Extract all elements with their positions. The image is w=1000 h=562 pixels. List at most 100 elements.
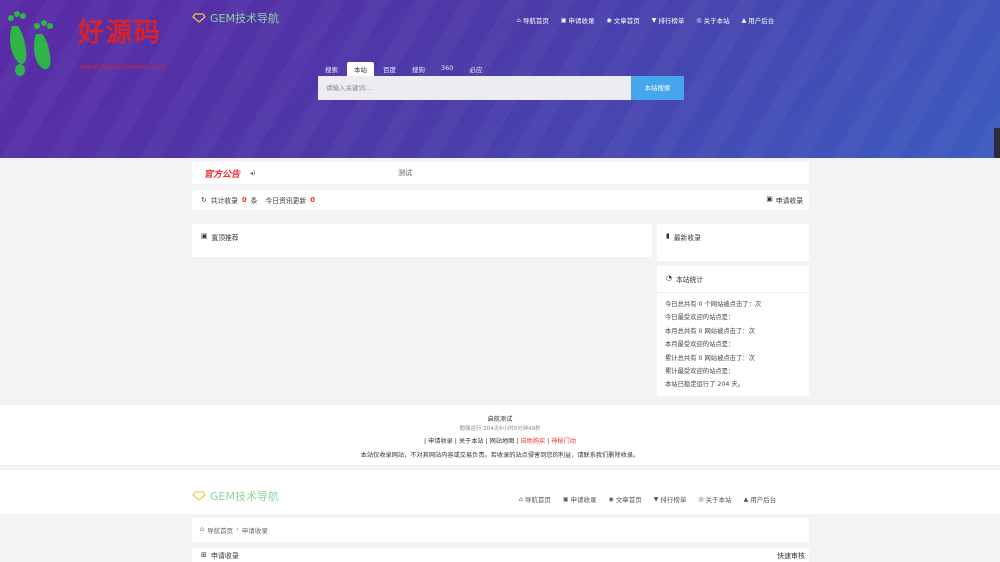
notice-title: 官方公告 bbox=[204, 169, 241, 180]
user-icon: ▲ bbox=[743, 495, 749, 503]
rank-icon: ▼ bbox=[653, 495, 659, 503]
nav-label: 用户后台 bbox=[748, 17, 775, 25]
home-icon: ⌂ bbox=[200, 525, 205, 533]
nav-label: 申请收录 bbox=[568, 17, 595, 25]
home-icon: ⌂ bbox=[517, 16, 521, 24]
pinned-panel: ▣ 置顶推荐 bbox=[192, 224, 652, 257]
stats-bar: ↻ 共计收录 0 条 今日资讯更新 0 ▣ 申请收录 bbox=[192, 190, 809, 210]
nav-about[interactable]: ◎ 关于本站 bbox=[698, 494, 732, 505]
nav-articles[interactable]: ◉ 文章首页 bbox=[606, 15, 640, 26]
apply-section-title: 申请收录 bbox=[210, 552, 239, 560]
notice-text[interactable]: 测试 bbox=[398, 168, 412, 178]
info-icon: ◎ bbox=[696, 16, 702, 24]
book-icon: ▮ bbox=[666, 232, 670, 240]
nav-label: 文章首页 bbox=[615, 496, 642, 504]
breadcrumb-separator: › bbox=[236, 525, 239, 533]
refresh-icon: ↻ bbox=[201, 196, 207, 204]
inbox-icon: ▣ bbox=[562, 495, 569, 503]
tab-baidu[interactable]: 百度 bbox=[376, 62, 403, 77]
top-nav-secondary: ⌂ 导航首页 ▣ 申请收录 ◉ 文章首页 ▼ 排行榜单 ◎ 关于本站 ▲ 用户后台 bbox=[519, 494, 777, 505]
breadcrumb: ⌂ 导航首页 › 申请收录 bbox=[192, 518, 809, 542]
nav-about[interactable]: ◎ 关于本站 bbox=[696, 15, 729, 26]
nav-user[interactable]: ▲ 用户后台 bbox=[741, 15, 775, 26]
fast-review-label: 快速审核 bbox=[777, 552, 805, 560]
nav-apply[interactable]: ▣ 申请收录 bbox=[560, 15, 595, 26]
brand-name: GEM技术导航 bbox=[210, 12, 279, 25]
nav-user[interactable]: ▲ 用户后台 bbox=[743, 494, 777, 505]
pinned-title: 置顶推荐 bbox=[211, 234, 239, 242]
watermark-logo: 好源码 www.haoyuanma.com bbox=[0, 0, 190, 80]
stat-line: 今日总共有 0 个网站被点击了：次 bbox=[665, 301, 762, 308]
nav-label: 文章首页 bbox=[613, 17, 640, 25]
speaker-icon: ◂) bbox=[250, 169, 256, 177]
user-icon: ▲ bbox=[741, 16, 747, 24]
watermark-title: 好源码 bbox=[78, 18, 163, 48]
plus-icon: ⊞ bbox=[201, 551, 207, 559]
article-icon: ◉ bbox=[606, 16, 612, 24]
apply-label: 申请收录 bbox=[775, 197, 803, 205]
brand-logo[interactable]: GEM技术导航 bbox=[192, 10, 279, 26]
stat-line: 累计总共有 0 网站被点击了：次 bbox=[665, 354, 755, 362]
search-box: 请输入关键词... 本站搜索 bbox=[318, 76, 684, 100]
nav-home[interactable]: ⌂ 导航首页 bbox=[517, 15, 549, 26]
tab-search[interactable]: 搜索 bbox=[318, 62, 345, 77]
footer: 启航测试 勉强运行 204天6小时0分钟49秒 | 申请收录 | 关于本站 | … bbox=[0, 405, 1000, 465]
site-stats-panel: ◔ 本站统计 今日总共有 0 个网站被点击了：次 今日最受欢迎的站点是： 本月总… bbox=[657, 266, 809, 396]
nav-label: 申请收录 bbox=[570, 496, 597, 504]
breadcrumb-home[interactable]: 导航首页 bbox=[207, 525, 233, 535]
nav-label: 导航首页 bbox=[522, 17, 549, 25]
divider bbox=[657, 292, 809, 293]
footer-site-name: 启航测试 bbox=[487, 416, 513, 423]
pin-icon: ▣ bbox=[201, 232, 208, 240]
footer-disclaimer: 本站仅收录网站，不对其网站内容或交易负责。若收录的站点侵害到您的利益，请联系我们… bbox=[360, 452, 640, 459]
watermark-url: www.haoyuanma.com bbox=[80, 63, 166, 71]
tab-bing[interactable]: 必应 bbox=[462, 62, 489, 77]
nav-ranking[interactable]: ▼ 排行榜单 bbox=[653, 494, 687, 505]
rank-icon: ▼ bbox=[651, 16, 657, 24]
stat-line: 今日最受欢迎的站点是： bbox=[665, 314, 735, 322]
article-icon: ◉ bbox=[608, 495, 614, 503]
search-engine-tabs: 搜索 本站 百度 搜狗 360 必应 bbox=[318, 62, 491, 77]
top-nav: ⌂ 导航首页 ▣ 申请收录 ◉ 文章首页 ▼ 排行榜单 ◎ 关于本站 ▲ 用户后台 bbox=[517, 15, 775, 26]
nav-label: 排行榜单 bbox=[658, 17, 685, 25]
footer-uptime: 勉强运行 204天6小时0分钟49秒 bbox=[459, 426, 541, 432]
home-icon: ⌂ bbox=[519, 495, 523, 503]
nav-label: 关于本站 bbox=[705, 496, 732, 504]
total-label: 共计收录 bbox=[210, 197, 238, 205]
total-unit: 条 bbox=[250, 197, 258, 205]
footer-links: | 申请收录 | 关于本站 | 网站地图 | 自助购买 | 神秘门动 bbox=[424, 438, 576, 445]
nav-apply[interactable]: ▣ 申请收录 bbox=[562, 494, 597, 505]
nav-label: 导航首页 bbox=[524, 496, 551, 504]
footer-link-mystery[interactable]: 神秘门动 bbox=[551, 438, 576, 445]
stat-line: 本月总共有 0 网站被点击了：次 bbox=[665, 327, 755, 335]
nav-label: 排行榜单 bbox=[660, 496, 687, 504]
footprints-icon bbox=[8, 11, 53, 76]
tab-360[interactable]: 360 bbox=[434, 62, 460, 77]
brand-logo-secondary[interactable]: GEM技术导航 bbox=[192, 488, 279, 504]
nav-label: 用户后台 bbox=[750, 496, 777, 504]
side-panel-handle[interactable] bbox=[994, 128, 1000, 158]
footer-link-apply[interactable]: 申请收录 bbox=[428, 438, 453, 445]
chart-icon: ◔ bbox=[666, 274, 672, 282]
total-value: 0 bbox=[241, 196, 247, 204]
search-button[interactable]: 本站搜索 bbox=[631, 76, 684, 100]
info-icon: ◎ bbox=[698, 495, 704, 503]
nav-home[interactable]: ⌂ 导航首页 bbox=[519, 494, 551, 505]
footer-link-buy[interactable]: 自助购买 bbox=[520, 438, 545, 445]
latest-title: 最新收录 bbox=[673, 234, 701, 242]
footer-link-sitemap[interactable]: 网站地图 bbox=[490, 438, 515, 445]
apply-link[interactable]: ▣ 申请收录 bbox=[766, 195, 803, 205]
sitestats-title: 本站统计 bbox=[675, 276, 704, 284]
search-input[interactable]: 请输入关键词... bbox=[318, 76, 631, 100]
nav-articles[interactable]: ◉ 文章首页 bbox=[608, 494, 642, 505]
latest-panel: ▮ 最新收录 bbox=[657, 224, 809, 261]
hero-banner: 好源码 www.haoyuanma.com GEM技术导航 ⌂ 导航首页 ▣ 申请收… bbox=[0, 0, 1000, 158]
footer-link-about[interactable]: 关于本站 bbox=[459, 438, 484, 445]
inbox-icon: ▣ bbox=[560, 16, 567, 24]
tab-sogou[interactable]: 搜狗 bbox=[405, 62, 432, 77]
apply-section-header: ⊞ 申请收录 快速审核 bbox=[192, 548, 809, 562]
tab-site[interactable]: 本站 bbox=[347, 62, 374, 77]
nav-ranking[interactable]: ▼ 排行榜单 bbox=[651, 15, 685, 26]
apply-page-header bbox=[0, 470, 1000, 514]
stat-line: 本月最受欢迎的站点是： bbox=[665, 341, 735, 349]
